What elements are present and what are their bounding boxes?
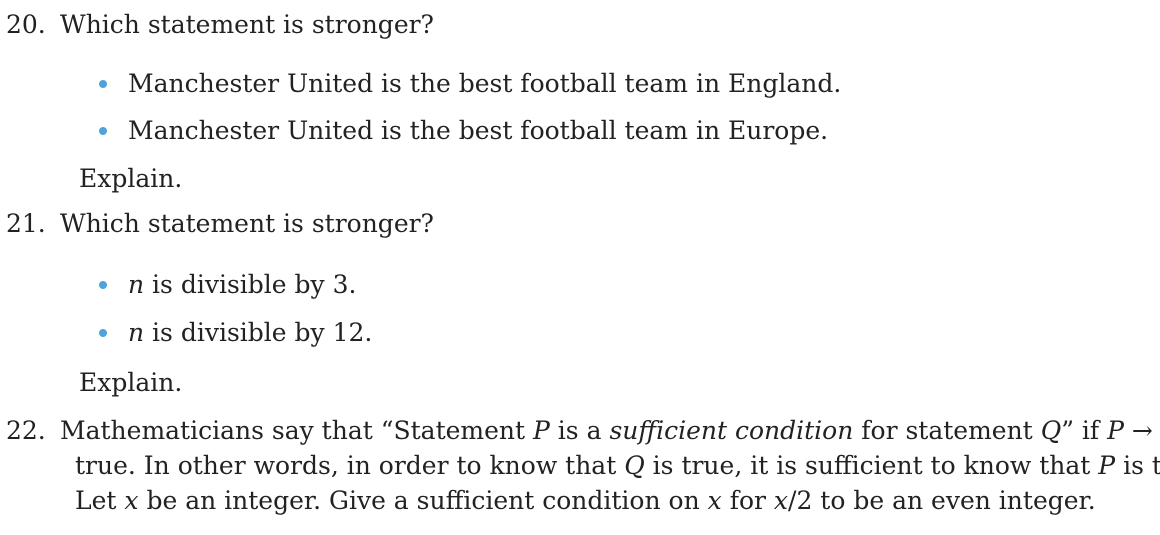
term-sufficient-condition: sufficient condition	[609, 416, 854, 445]
question-20-prompt: Which statement is stronger?	[60, 10, 434, 39]
variable-q: Q	[624, 451, 645, 480]
question-20-number: 20.	[6, 10, 46, 39]
variable-p: P	[1107, 416, 1124, 445]
variable-n: n	[128, 318, 145, 347]
text: ” if	[1061, 416, 1108, 445]
bullet-icon	[99, 329, 107, 337]
question-21-number: 21.	[6, 209, 46, 238]
question-22-line-1: 22. Mathematicians say that “Statement P …	[6, 416, 1160, 446]
arrow-symbol: →	[1123, 416, 1160, 445]
question-21-bullet-2: n is divisible by 12.	[128, 318, 372, 348]
variable-p: P	[1098, 451, 1116, 480]
text: is true, it is sufficient to know that	[644, 451, 1099, 480]
variable-x: x	[773, 486, 789, 515]
question-20-bullet-1: Manchester United is the best football t…	[128, 69, 842, 98]
question-22-line-3: Let x be an integer. Give a sufficient c…	[75, 486, 1096, 516]
variable-x: x	[124, 486, 139, 515]
text: be an integer. Give a sufficient conditi…	[138, 486, 708, 515]
question-20-heading: 20. Which statement is stronger?	[6, 10, 434, 40]
bullet-icon	[99, 127, 107, 135]
text: Let	[75, 486, 125, 515]
question-21-bullet-1: n is divisible by 3.	[128, 270, 356, 300]
question-20-bullet-2: Manchester United is the best football t…	[128, 116, 829, 145]
question-21-explain: Explain.	[79, 368, 183, 397]
question-22-number: 22.	[6, 416, 46, 445]
text: is a	[549, 416, 610, 445]
text: /2 to be an even integer.	[788, 486, 1096, 515]
variable-n: n	[128, 270, 145, 299]
bullet-text: is divisible by 12.	[144, 318, 373, 347]
text: Mathematicians say that “Statement	[60, 416, 534, 445]
bullet-text: is divisible by 3.	[144, 270, 357, 299]
text: true. In other words, in order to know t…	[75, 451, 625, 480]
text: for	[721, 486, 774, 515]
variable-q: Q	[1040, 416, 1062, 445]
bullet-icon	[99, 80, 107, 88]
question-21-heading: 21. Which statement is stronger?	[6, 209, 434, 239]
question-22-line-2: true. In other words, in order to know t…	[75, 451, 1160, 481]
text: is true.	[1123, 451, 1160, 480]
variable-p: P	[533, 416, 550, 445]
variable-x: x	[707, 486, 722, 515]
question-21-prompt: Which statement is stronger?	[60, 209, 434, 238]
question-20-explain: Explain.	[79, 164, 183, 193]
bullet-icon	[99, 281, 107, 289]
text: for statement	[853, 416, 1041, 445]
